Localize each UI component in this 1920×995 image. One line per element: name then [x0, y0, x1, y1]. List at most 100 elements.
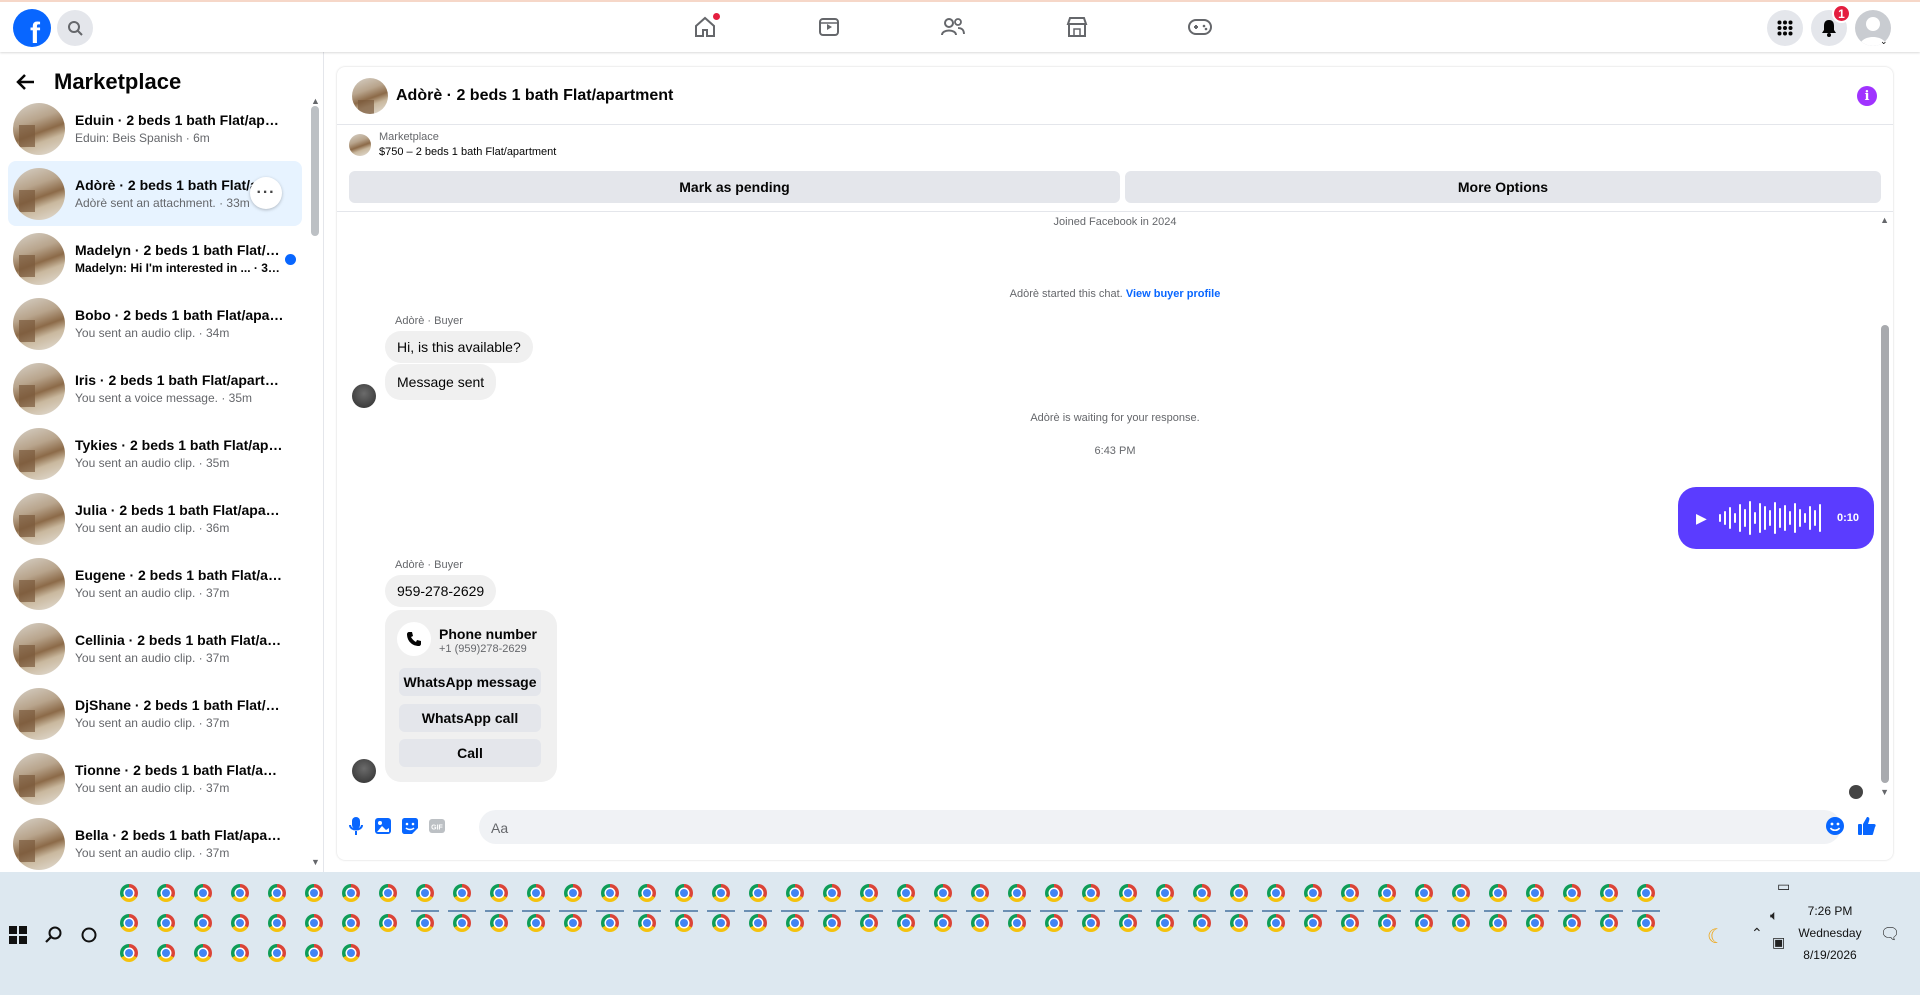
chrome-icon[interactable]	[1304, 884, 1322, 902]
windows-start-icon[interactable]	[9, 926, 27, 944]
chrome-icon[interactable]	[231, 884, 249, 902]
conversation-item[interactable]: Tionne · 2 beds 1 bath Flat/apar... You s…	[8, 746, 302, 811]
chrome-icon[interactable]	[1378, 884, 1396, 902]
chrome-icon[interactable]	[527, 914, 545, 932]
buyer-avatar[interactable]	[352, 759, 376, 783]
chrome-icon[interactable]	[1452, 914, 1470, 932]
chrome-icon[interactable]	[1304, 914, 1322, 932]
chrome-icon[interactable]	[305, 884, 323, 902]
chrome-icon[interactable]	[564, 914, 582, 932]
chrome-icon[interactable]	[712, 884, 730, 902]
chrome-icon[interactable]	[1637, 884, 1655, 902]
chrome-icon[interactable]	[786, 884, 804, 902]
conversation-item[interactable]: DjShane · 2 beds 1 bath Flat/apa... You s…	[8, 681, 302, 746]
chrome-icon[interactable]	[157, 944, 175, 962]
chrome-icon[interactable]	[971, 914, 989, 932]
chrome-icon[interactable]	[490, 884, 508, 902]
chrome-icon[interactable]	[157, 914, 175, 932]
chrome-icon[interactable]	[749, 914, 767, 932]
chat-avatar[interactable]	[352, 77, 388, 114]
message-bubble[interactable]: Message sent	[385, 364, 497, 400]
chrome-icon[interactable]	[453, 914, 471, 932]
chrome-icon[interactable]	[1341, 884, 1359, 902]
sidebar-scrollbar[interactable]	[311, 106, 319, 236]
chrome-icon[interactable]	[1082, 914, 1100, 932]
more-options-icon[interactable]: ···	[250, 177, 282, 209]
chrome-icon[interactable]	[638, 884, 656, 902]
chrome-icon[interactable]	[934, 914, 952, 932]
buyer-avatar[interactable]	[352, 384, 376, 408]
scroll-up-arrow[interactable]: ▲	[311, 96, 320, 106]
chevron-down-icon[interactable]: ⌄	[1880, 36, 1888, 47]
chrome-icon[interactable]	[342, 884, 360, 902]
chrome-icon[interactable]	[1341, 914, 1359, 932]
chrome-icon[interactable]	[601, 884, 619, 902]
chrome-icon[interactable]	[416, 884, 434, 902]
chevron-up-icon[interactable]: ⌃	[1751, 925, 1763, 942]
chrome-icon[interactable]	[1637, 914, 1655, 932]
nav-gaming[interactable]	[1186, 14, 1214, 40]
chrome-icon[interactable]	[379, 884, 397, 902]
emoji-icon[interactable]	[1824, 815, 1846, 837]
chrome-icon[interactable]	[120, 944, 138, 962]
nav-home[interactable]	[691, 13, 720, 40]
chrome-icon[interactable]	[157, 884, 175, 902]
photo-icon[interactable]	[372, 815, 394, 837]
chrome-icon[interactable]	[675, 914, 693, 932]
menu-button[interactable]	[1767, 10, 1803, 46]
conversation-item[interactable]: Tykies · 2 beds 1 bath Flat/apart... You …	[8, 421, 302, 486]
nav-marketplace[interactable]	[1063, 14, 1091, 40]
chrome-icon[interactable]	[786, 914, 804, 932]
chrome-icon[interactable]	[1045, 914, 1063, 932]
chrome-icon[interactable]	[194, 884, 212, 902]
chat-scroll-down-arrow[interactable]: ▼	[1880, 787, 1889, 797]
chrome-icon[interactable]	[971, 884, 989, 902]
gif-icon[interactable]: GIF	[426, 815, 448, 837]
chrome-icon[interactable]	[1600, 884, 1618, 902]
conversation-item[interactable]: Adòrè · 2 beds 1 bath Flat/ap... Adòrè se…	[8, 161, 302, 226]
chrome-icon[interactable]	[194, 944, 212, 962]
chrome-icon[interactable]	[823, 884, 841, 902]
chrome-icon[interactable]	[823, 914, 841, 932]
chrome-icon[interactable]	[453, 884, 471, 902]
cortana-icon[interactable]	[81, 927, 97, 943]
chrome-icon[interactable]	[1193, 884, 1211, 902]
play-icon[interactable]: ▶	[1696, 510, 1707, 527]
chrome-icon[interactable]	[1267, 914, 1285, 932]
chrome-icon[interactable]	[305, 914, 323, 932]
system-clock[interactable]: 7:26 PM Wednesday 8/19/2026	[1780, 900, 1880, 966]
message-bubble[interactable]: Hi, is this available?	[385, 331, 533, 363]
chrome-icon[interactable]	[1193, 914, 1211, 932]
chrome-icon[interactable]	[268, 884, 286, 902]
chrome-icon[interactable]	[675, 884, 693, 902]
nav-video[interactable]	[815, 14, 843, 40]
conversation-item[interactable]: Bobo · 2 beds 1 bath Flat/apart... You se…	[8, 291, 302, 356]
chrome-icon[interactable]	[1526, 914, 1544, 932]
listing-summary[interactable]: Marketplace $750 – 2 beds 1 bath Flat/ap…	[349, 131, 556, 158]
whatsapp-message-button[interactable]: WhatsApp message	[399, 668, 541, 696]
chrome-icon[interactable]	[527, 884, 545, 902]
chrome-icon[interactable]	[416, 914, 434, 932]
chrome-icon[interactable]	[1230, 884, 1248, 902]
chrome-icon[interactable]	[1415, 914, 1433, 932]
chrome-icon[interactable]	[379, 914, 397, 932]
chrome-icon[interactable]	[120, 914, 138, 932]
more-options-button[interactable]: More Options	[1125, 171, 1881, 203]
chrome-icon[interactable]	[934, 884, 952, 902]
conversation-item[interactable]: Eugene · 2 beds 1 bath Flat/apar... You s…	[8, 551, 302, 616]
conversation-item[interactable]: Eduin · 2 beds 1 bath Flat/apart... Eduin…	[8, 96, 302, 161]
chrome-icon[interactable]	[601, 914, 619, 932]
chrome-icon[interactable]	[1489, 884, 1507, 902]
chrome-icon[interactable]	[749, 884, 767, 902]
chat-scrollbar[interactable]	[1881, 325, 1889, 783]
chrome-icon[interactable]	[194, 914, 212, 932]
notification-center-icon[interactable]: 🗨︎	[1880, 924, 1900, 944]
info-icon[interactable]: i	[1857, 86, 1877, 106]
conversation-item[interactable]: Julia · 2 beds 1 bath Flat/apartm... You …	[8, 486, 302, 551]
scroll-down-arrow[interactable]: ▼	[311, 857, 320, 867]
search-icon[interactable]	[45, 926, 63, 944]
chrome-icon[interactable]	[1230, 914, 1248, 932]
back-arrow-icon[interactable]	[16, 73, 36, 91]
chrome-icon[interactable]	[231, 944, 249, 962]
chrome-icon[interactable]	[1415, 884, 1433, 902]
